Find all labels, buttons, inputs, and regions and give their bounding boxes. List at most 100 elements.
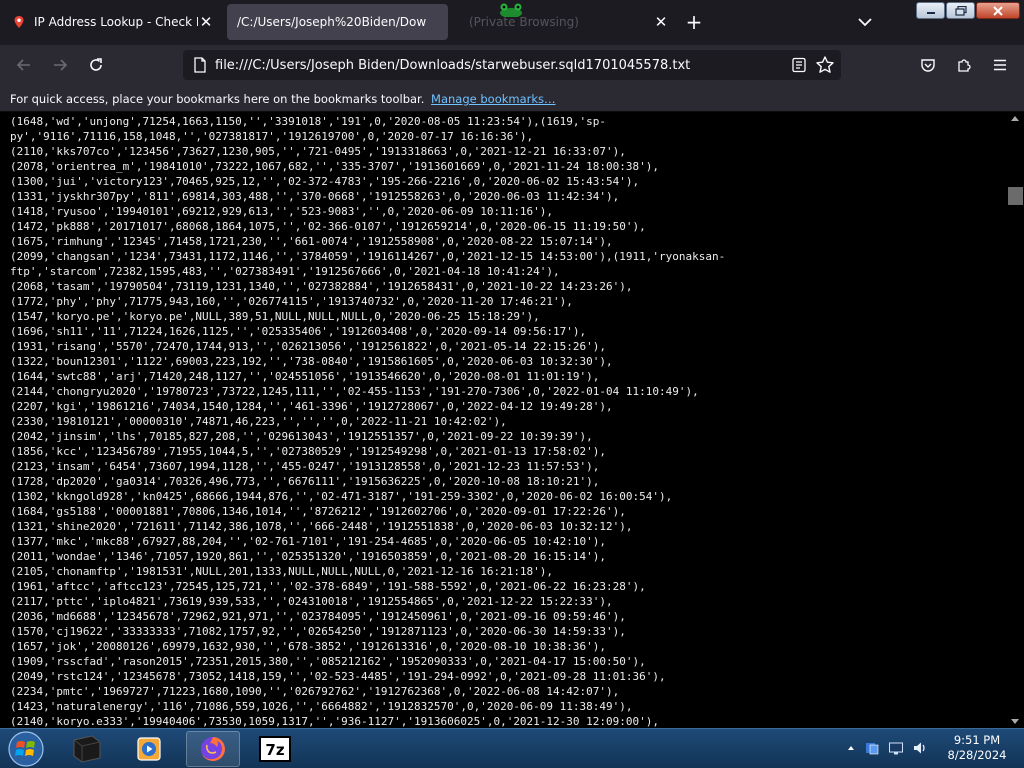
text-line: (1321,'shine2020','721611',71142,386,107… bbox=[10, 520, 633, 533]
text-lines: (1648,'wd','unjong',71254,1663,1150,'','… bbox=[10, 114, 725, 728]
back-button[interactable] bbox=[12, 53, 36, 77]
scroll-down-arrow-icon[interactable] bbox=[1011, 719, 1019, 724]
tab-title: IP Address Lookup - Check Loca bbox=[34, 15, 198, 29]
text-line: (1675,'rimhung','12345',71458,1721,230,'… bbox=[10, 235, 613, 248]
text-line: (1472,'pk888','20171017',68068,1864,1075… bbox=[10, 220, 646, 233]
chevron-up-icon[interactable] bbox=[846, 743, 856, 753]
window-controls bbox=[916, 2, 1020, 19]
text-line: (2207,'kgi','19861216',74034,1540,1284,'… bbox=[10, 400, 613, 413]
taskbar-firefox[interactable] bbox=[186, 731, 240, 767]
windows-start-orb-icon[interactable] bbox=[6, 730, 46, 768]
text-line: (1302,'kkngold928','kn0425',68666,1944,8… bbox=[10, 490, 673, 503]
text-line: (1909,'rsscfad','rason2015',72351,2015,3… bbox=[10, 655, 646, 668]
hamburger-menu-icon bbox=[994, 59, 1006, 71]
reload-icon bbox=[90, 58, 102, 71]
vertical-scrollbar[interactable] bbox=[1007, 112, 1024, 728]
text-line: (1377,'mkc','mkc88',67927,88,204,'','02-… bbox=[10, 535, 607, 548]
arrow-right-icon bbox=[54, 59, 68, 71]
tab-private[interactable]: (Private Browsing) ✕ bbox=[455, 4, 677, 40]
text-line: (2330,'19810121','00000310',74871,46,223… bbox=[10, 415, 507, 428]
pocket-button[interactable] bbox=[916, 53, 940, 77]
text-line: (2117,'pttc','iplo4821',73619,939,533,''… bbox=[10, 595, 613, 608]
display-icon[interactable] bbox=[888, 740, 904, 756]
text-line: (1322,'boun12301','1122',69003,223,192,'… bbox=[10, 355, 613, 368]
scrollbar-thumb[interactable] bbox=[1008, 187, 1023, 205]
manage-bookmarks-link[interactable]: Manage bookmarks… bbox=[431, 92, 556, 106]
puzzle-piece-icon bbox=[958, 59, 971, 72]
system-tray bbox=[846, 740, 928, 756]
text-line: (1423,'naturalenergy','116',71086,559,10… bbox=[10, 700, 633, 713]
taskbar-media-player[interactable] bbox=[122, 731, 176, 767]
menu-button[interactable] bbox=[988, 53, 1012, 77]
text-line: (2140,'koryo.e333','19940406',73530,1059… bbox=[10, 715, 660, 728]
text-line: (2099,'changsan','1234',73431,1172,1146,… bbox=[10, 250, 726, 263]
tab-title: (Private Browsing) bbox=[469, 15, 579, 29]
bookmarks-hint: For quick access, place your bookmarks h… bbox=[10, 92, 425, 106]
text-line: (2068,'tasam','19790504',73119,1231,1340… bbox=[10, 280, 633, 293]
chevron-down-icon[interactable] bbox=[855, 12, 875, 32]
tab-bar: IP Address Lookup - Check Loca ✕ /C:/Use… bbox=[0, 0, 1024, 45]
text-line: (2110,'kks707co','123456',73627,1230,905… bbox=[10, 145, 626, 158]
tab-ip-lookup[interactable]: IP Address Lookup - Check Loca ✕ bbox=[0, 4, 222, 40]
volume-icon[interactable] bbox=[912, 740, 928, 756]
bluetooth-devices-icon[interactable] bbox=[864, 740, 880, 756]
text-line: py','9116',71116,158,1048,'','027381817'… bbox=[10, 130, 534, 143]
text-line: (1570,'cj19622','33333333',71082,1757,92… bbox=[10, 625, 626, 638]
text-line: (1696,'sh11','11',71224,1626,1125,'','02… bbox=[10, 325, 587, 338]
restore-button[interactable] bbox=[946, 2, 975, 19]
bookmarks-toolbar: For quick access, place your bookmarks h… bbox=[0, 86, 1024, 112]
text-line: (2078,'orientrea_m','19841010',73222,106… bbox=[10, 160, 660, 173]
close-window-button[interactable] bbox=[976, 2, 1020, 19]
text-line: (1728,'dp2020','ga0314',70326,496,773,''… bbox=[10, 475, 600, 488]
minimize-button[interactable] bbox=[916, 2, 945, 19]
text-line: (2011,'wondae','1346',71057,1920,861,'',… bbox=[10, 550, 607, 563]
firefox-icon bbox=[201, 737, 225, 761]
text-line: (1547,'koryo.pe','koryo.pe',NULL,389,51,… bbox=[10, 310, 540, 323]
restore-icon bbox=[954, 5, 967, 16]
text-line: (1300,'jui','victory123',70465,925,12,''… bbox=[10, 175, 640, 188]
minimize-icon bbox=[926, 11, 935, 14]
taskbar-7zip[interactable]: 7z bbox=[248, 731, 302, 767]
text-line: (2049,'rstc124','12345678',73052,1418,15… bbox=[10, 670, 666, 683]
text-line: (1961,'aftcc','aftcc123',72545,125,721,'… bbox=[10, 580, 646, 593]
text-line: (1856,'kcc','123456789',71955,1044,5,'',… bbox=[10, 445, 607, 458]
location-pin-icon bbox=[14, 16, 24, 28]
clock-date: 8/28/2024 bbox=[947, 748, 1007, 762]
system-clock[interactable]: 9:51 PM 8/28/2024 bbox=[937, 733, 1017, 763]
frog-mascot-icon bbox=[500, 3, 522, 17]
text-line: (1418,'ryusoo','19940101',69212,929,613,… bbox=[10, 205, 554, 218]
text-line: (2144,'chongryu2020','19780723',73722,12… bbox=[10, 385, 699, 398]
close-tab-icon[interactable]: ✕ bbox=[198, 14, 214, 30]
plain-text-document[interactable]: (1648,'wd','unjong',71254,1663,1150,'','… bbox=[0, 112, 1007, 728]
taskbar-media-center[interactable] bbox=[60, 731, 114, 767]
address-bar[interactable]: file:///C:/Users/Joseph Biden/Downloads/… bbox=[183, 50, 841, 80]
text-line: (1772,'phy','phy',71775,943,160,'','0267… bbox=[10, 295, 573, 308]
text-line: (2042,'jinsim','lhs',70185,827,208,'','0… bbox=[10, 430, 593, 443]
svg-text:7z: 7z bbox=[265, 741, 284, 759]
navigation-toolbar: file:///C:/Users/Joseph Biden/Downloads/… bbox=[0, 45, 1024, 86]
new-tab-button[interactable]: + bbox=[684, 12, 704, 32]
forward-button[interactable] bbox=[48, 53, 72, 77]
7zip-icon: 7z bbox=[259, 736, 291, 762]
url-text[interactable]: file:///C:/Users/Joseph Biden/Downloads/… bbox=[215, 58, 690, 73]
windows-taskbar: 7z 9:51 PM 8/28/2024 bbox=[0, 728, 1024, 768]
extensions-button[interactable] bbox=[952, 53, 976, 77]
close-tab-icon[interactable]: ✕ bbox=[653, 14, 669, 30]
text-line: (1331,'jyskhr307py','811',69814,303,488,… bbox=[10, 190, 620, 203]
text-line: (2036,'md6688','12345678',72962,921,971,… bbox=[10, 610, 626, 623]
scroll-up-arrow-icon[interactable] bbox=[1011, 116, 1019, 121]
reload-button[interactable] bbox=[84, 53, 108, 77]
text-line: ftp','starcom',72382,1595,483,'','027383… bbox=[10, 265, 560, 278]
text-line: (1931,'risang','5570',72470,1744,913,'',… bbox=[10, 340, 607, 353]
text-line: (1657,'jok','20080126',69979,1632,930,''… bbox=[10, 640, 607, 653]
tab-title: /C:/Users/Joseph%20Biden/Downlo bbox=[237, 15, 427, 29]
page-icon bbox=[194, 57, 206, 73]
pocket-icon bbox=[921, 59, 935, 72]
text-line: (1644,'swtc88','arj',71420,248,1127,'','… bbox=[10, 370, 600, 383]
clock-time: 9:51 PM bbox=[953, 733, 1001, 747]
text-line: (2105,'chonamftp','1981531',NULL,201,133… bbox=[10, 565, 554, 578]
close-icon bbox=[993, 5, 1003, 16]
bookmark-star-icon[interactable] bbox=[815, 55, 835, 75]
tab-active-file[interactable]: /C:/Users/Joseph%20Biden/Downlo bbox=[227, 4, 448, 40]
reader-view-icon[interactable] bbox=[791, 57, 807, 73]
